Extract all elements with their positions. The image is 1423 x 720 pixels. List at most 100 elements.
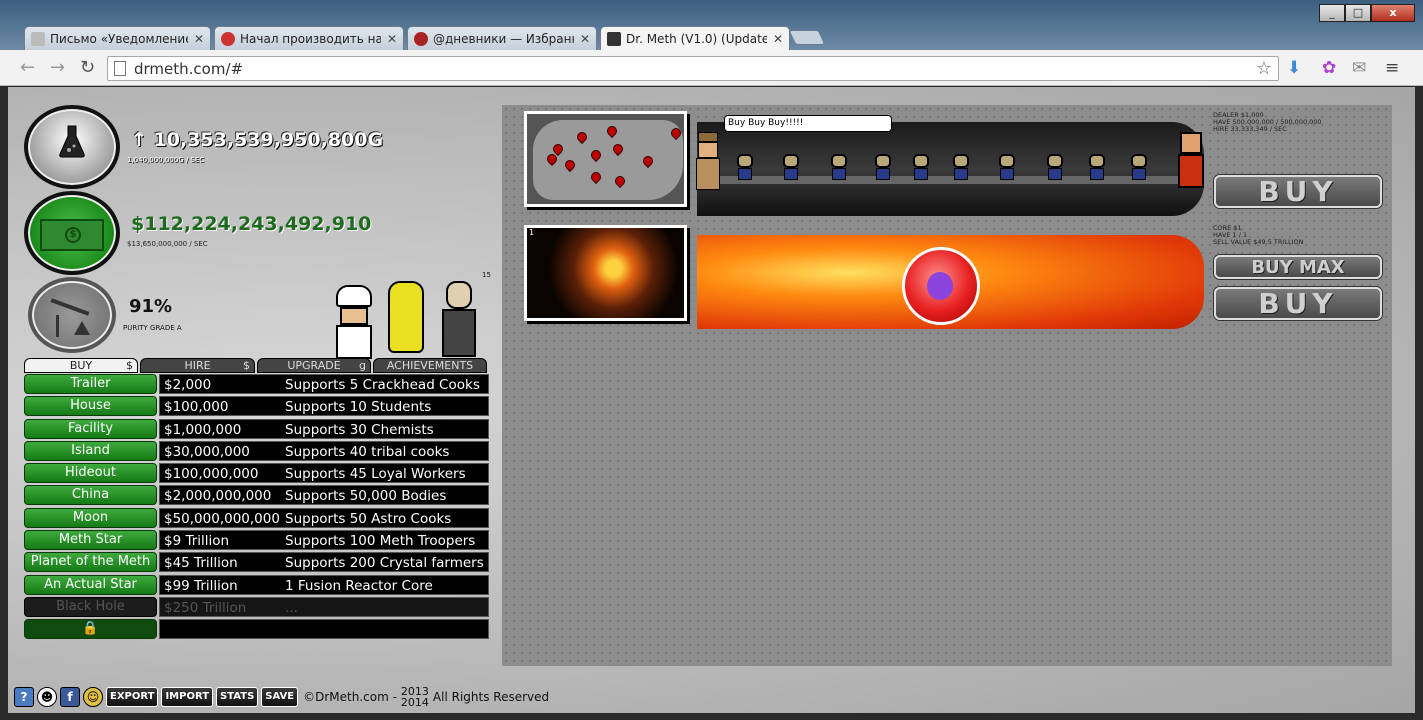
browser-tab-drmeth[interactable]: Dr. Meth (V1.0) (Updated 1 ✕ — [600, 26, 790, 51]
tab-title: @дневники — Избранно — [433, 31, 574, 46]
worker-sprite — [873, 154, 893, 182]
dealer-info: DEALER $1,000 HAVE 500,000,000 / 500,000… — [1213, 112, 1322, 133]
list-item: Meth Star $9 Trillion Supports 100 Meth Tr… — [24, 529, 489, 551]
export-button[interactable]: EXPORT — [106, 687, 159, 707]
facebook-icon[interactable]: f — [60, 687, 80, 707]
worker-sprite — [911, 154, 931, 182]
minimize-button[interactable]: _ — [1319, 4, 1345, 22]
mail-extension-icon[interactable]: ✉ — [1352, 58, 1366, 78]
tab-close-icon[interactable]: ✕ — [580, 32, 590, 46]
price: $100,000 — [159, 396, 282, 417]
yellow-monster-character[interactable] — [384, 273, 428, 359]
star-thumbnail[interactable]: 1 — [524, 225, 687, 321]
download-icon[interactable]: ⬇ — [1287, 58, 1301, 78]
tab-close-icon[interactable]: ✕ — [194, 32, 204, 46]
purity-circle[interactable] — [28, 277, 116, 353]
extension-off-icon[interactable]: ✿ — [1322, 58, 1336, 78]
map-pin-icon — [610, 141, 626, 157]
meth-circle[interactable] — [24, 105, 120, 189]
browser-toolbar: ← → ↻ drmeth.com/# ☆ ⬇ ✿ ✉ ≡ — [0, 50, 1423, 86]
money-amount: $112,224,243,492,910 — [131, 213, 372, 235]
url-text: drmeth.com/# — [134, 60, 244, 78]
browser-tab-mail[interactable]: Письмо «Уведомление о ✕ — [24, 26, 211, 50]
reload-icon[interactable]: ↻ — [80, 57, 95, 78]
lab-equipment-icon — [50, 298, 90, 337]
tab-close-icon[interactable]: ✕ — [773, 32, 783, 46]
back-icon[interactable]: ← — [20, 57, 35, 78]
reddit-icon[interactable]: ☻ — [37, 687, 57, 707]
list-item: Hideout $100,000,000 Supports 45 Loyal Wor… — [24, 462, 489, 484]
tab-close-icon[interactable]: ✕ — [387, 32, 397, 46]
worker-sprite — [1087, 154, 1107, 182]
tab-currency: $ — [243, 359, 250, 372]
price: $2,000 — [159, 374, 282, 394]
description: Supports 30 Chemists — [282, 418, 489, 439]
info-line: SELL VALUE $49.5 TRILLION — [1213, 238, 1304, 246]
tab-achievements[interactable]: ACHIEVEMENTS — [373, 358, 487, 373]
new-tab-button[interactable] — [788, 30, 826, 45]
tab-upgrade[interactable]: UPGRADE g — [257, 358, 371, 373]
hired-characters: 15 — [330, 271, 491, 359]
tab-hire[interactable]: HIRE $ — [140, 358, 255, 373]
save-button[interactable]: SAVE — [261, 687, 299, 707]
tab-currency: $ — [126, 359, 133, 372]
price: $2,000,000,000 — [159, 485, 282, 506]
info-line: HIRE 33,333,349 / SEC — [1213, 125, 1287, 133]
worker-sprite — [997, 154, 1017, 182]
buy-core-button[interactable]: BUY — [1214, 287, 1382, 320]
description: 1 Fusion Reactor Core — [282, 574, 489, 595]
maximize-button[interactable]: □ — [1345, 4, 1371, 22]
tab-buy[interactable]: BUY $ — [24, 358, 138, 373]
dealer-bar — [697, 122, 1204, 216]
old-man-character[interactable] — [438, 281, 482, 359]
menu-icon[interactable]: ≡ — [1385, 58, 1399, 78]
buy-house-button[interactable]: House — [24, 396, 157, 417]
map-pin-icon — [562, 157, 578, 173]
buy-hideout-button[interactable]: Hideout — [24, 463, 157, 484]
buy-china-button[interactable]: China — [24, 485, 157, 506]
flask-icon — [59, 125, 85, 158]
face-icon[interactable]: ☺ — [83, 687, 103, 707]
year-end: 2014 — [400, 696, 429, 709]
dealer-character — [692, 132, 722, 192]
price: $50,000,000,000 — [159, 507, 282, 528]
purity-value: 91% — [129, 296, 173, 317]
drmeth-favicon — [607, 32, 621, 46]
buy-trailer-button[interactable]: Trailer — [24, 374, 157, 394]
buy-black-hole-button: Black Hole — [24, 596, 157, 617]
empty-slot — [159, 619, 489, 640]
usa-map-thumbnail[interactable] — [524, 111, 687, 207]
browser-tab-2[interactable]: Начал производить нарк ✕ — [214, 26, 404, 50]
core-info: CORE $1 HAVE 1 / 1 SELL VALUE $49.5 TRIL… — [1213, 225, 1303, 246]
forward-icon[interactable]: → — [50, 57, 65, 78]
description: Supports 45 Loyal Workers — [282, 463, 489, 484]
browser-tab-3[interactable]: @дневники — Избранно ✕ — [407, 26, 597, 50]
map-pin-icon — [640, 153, 656, 169]
buy-max-button[interactable]: BUY MAX — [1214, 255, 1382, 279]
buy-dealer-button[interactable]: BUY — [1214, 175, 1382, 208]
buy-facility-button[interactable]: Facility — [24, 418, 157, 439]
description: Supports 100 Meth Troopers — [282, 530, 489, 551]
buy-actual-star-button[interactable]: An Actual Star — [24, 574, 157, 595]
window-controls: _ □ x — [1319, 4, 1415, 22]
close-window-button[interactable]: x — [1371, 4, 1415, 22]
map-pin-icon — [604, 123, 620, 139]
buy-planet-button[interactable]: Planet of the Meth — [24, 552, 157, 573]
tab-title: Dr. Meth (V1.0) (Updated 1 — [626, 32, 767, 46]
chef-character[interactable] — [330, 285, 378, 359]
thumb-number: 1 — [529, 228, 535, 237]
buy-island-button[interactable]: Island — [24, 440, 157, 461]
description: Supports 10 Students — [282, 396, 489, 417]
dollar-bill-icon: $ — [40, 219, 104, 251]
address-bar[interactable]: drmeth.com/# ☆ — [107, 56, 1279, 81]
meth-amount: ↑ 10,353,539,950,800G — [131, 129, 384, 151]
help-icon[interactable]: ? — [14, 687, 34, 707]
price: $30,000,000 — [159, 440, 282, 461]
buy-moon-button[interactable]: Moon — [24, 507, 157, 528]
import-button[interactable]: IMPORT — [161, 687, 214, 707]
map-pin-icon — [574, 129, 590, 145]
bookmark-star-icon[interactable]: ☆ — [1256, 58, 1272, 79]
stats-button[interactable]: STATS — [216, 687, 259, 707]
money-circle[interactable]: $ — [24, 191, 120, 275]
buy-meth-star-button[interactable]: Meth Star — [24, 530, 157, 551]
